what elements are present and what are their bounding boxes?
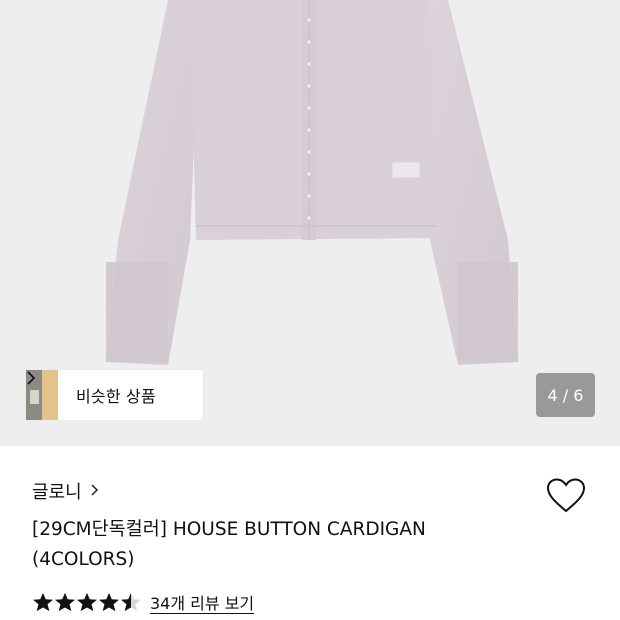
star-rating <box>32 592 142 612</box>
heart-icon[interactable] <box>546 478 586 514</box>
star-half-icon <box>121 592 141 612</box>
image-pager-indicator: 4 / 6 <box>536 373 595 417</box>
star-full-icon <box>33 592 53 612</box>
reviews-link[interactable]: 34개 리뷰 보기 <box>150 590 254 614</box>
similar-products-button[interactable]: 비슷한 상품 <box>26 370 203 420</box>
brand-link[interactable]: 글로니 <box>32 478 99 504</box>
chevron-right-icon <box>90 482 99 501</box>
similar-products-label: 비슷한 상품 <box>76 387 156 406</box>
product-title: [29CM단독컬러] HOUSE BUTTON CARDIGAN (4COLOR… <box>32 519 426 570</box>
star-full-icon <box>77 592 97 612</box>
rating-row: 34개 리뷰 보기 <box>32 590 254 614</box>
product-image-carousel[interactable]: 비슷한 상품 4 / 6 <box>0 0 620 446</box>
brand-name: 글로니 <box>32 482 82 503</box>
star-full-icon <box>55 592 75 612</box>
star-full-icon <box>99 592 119 612</box>
